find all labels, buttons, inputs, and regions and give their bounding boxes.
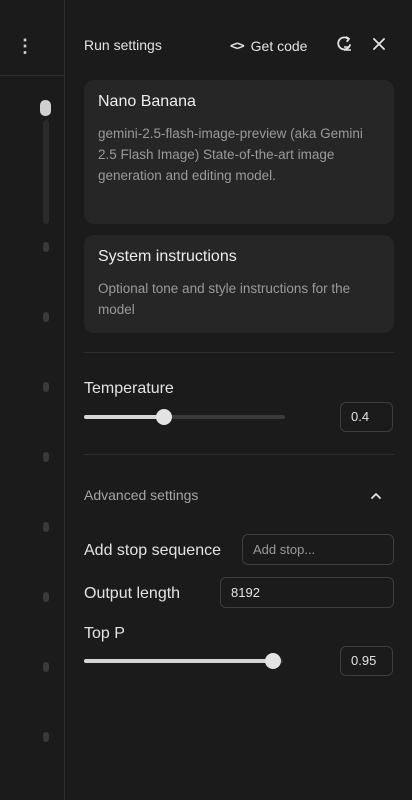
section-divider bbox=[84, 454, 394, 455]
scroll-track-segment bbox=[43, 120, 49, 224]
slider-knob[interactable] bbox=[265, 653, 282, 669]
slider-fill bbox=[84, 659, 274, 663]
turn-marker[interactable] bbox=[43, 662, 49, 672]
stop-sequence-input[interactable]: Add stop... bbox=[242, 534, 394, 565]
model-description: gemini-2.5-flash-image-preview (aka Gemi… bbox=[98, 126, 363, 183]
run-settings-panel: Run settings <> Get code Nano Banana gem… bbox=[65, 0, 412, 800]
section-divider bbox=[84, 352, 394, 353]
system-instructions-placeholder: Optional tone and style instructions for… bbox=[98, 281, 351, 317]
top-p-slider[interactable] bbox=[84, 651, 283, 671]
temperature-input[interactable]: 0.4 bbox=[340, 402, 393, 432]
temperature-slider[interactable] bbox=[84, 407, 285, 427]
turn-marker[interactable] bbox=[43, 592, 49, 602]
slider-fill bbox=[84, 415, 165, 419]
temperature-label: Temperature bbox=[84, 380, 174, 397]
system-instructions-title: System instructions bbox=[98, 248, 237, 265]
panel-title: Run settings bbox=[84, 37, 162, 53]
chat-column: ⋮ bbox=[0, 0, 65, 800]
turn-marker[interactable] bbox=[43, 242, 49, 252]
get-code-label: Get code bbox=[250, 38, 308, 54]
top-p-label: Top P bbox=[84, 625, 125, 642]
get-code-button[interactable]: <> Get code bbox=[230, 35, 307, 57]
turn-marker[interactable] bbox=[43, 732, 49, 742]
chevron-up-icon[interactable] bbox=[368, 488, 384, 504]
advanced-settings-label: Advanced settings bbox=[84, 487, 199, 503]
slider-knob[interactable] bbox=[156, 409, 173, 425]
turn-marker[interactable] bbox=[43, 452, 49, 462]
stop-sequence-label: Add stop sequence bbox=[84, 542, 221, 559]
panel-header: Run settings <> Get code bbox=[65, 30, 412, 60]
turn-marker[interactable] bbox=[43, 312, 49, 322]
output-length-input[interactable]: 8192 bbox=[220, 577, 394, 608]
close-icon[interactable] bbox=[369, 34, 389, 54]
scroll-navigator[interactable] bbox=[40, 96, 52, 796]
output-length-label: Output length bbox=[84, 585, 181, 602]
system-instructions-card[interactable]: System instructions Optional tone and st… bbox=[84, 235, 394, 333]
model-selector-card[interactable]: Nano Banana gemini-2.5-flash-image-previ… bbox=[84, 80, 394, 224]
header-divider bbox=[0, 75, 64, 76]
top-p-input[interactable]: 0.95 bbox=[340, 646, 393, 676]
turn-marker[interactable] bbox=[43, 522, 49, 532]
model-name: Nano Banana bbox=[98, 93, 196, 110]
reset-icon[interactable] bbox=[335, 34, 355, 54]
scroll-thumb[interactable] bbox=[40, 100, 51, 116]
turn-marker[interactable] bbox=[43, 382, 49, 392]
code-icon: <> bbox=[230, 38, 245, 54]
more-options-icon[interactable]: ⋮ bbox=[16, 36, 34, 56]
